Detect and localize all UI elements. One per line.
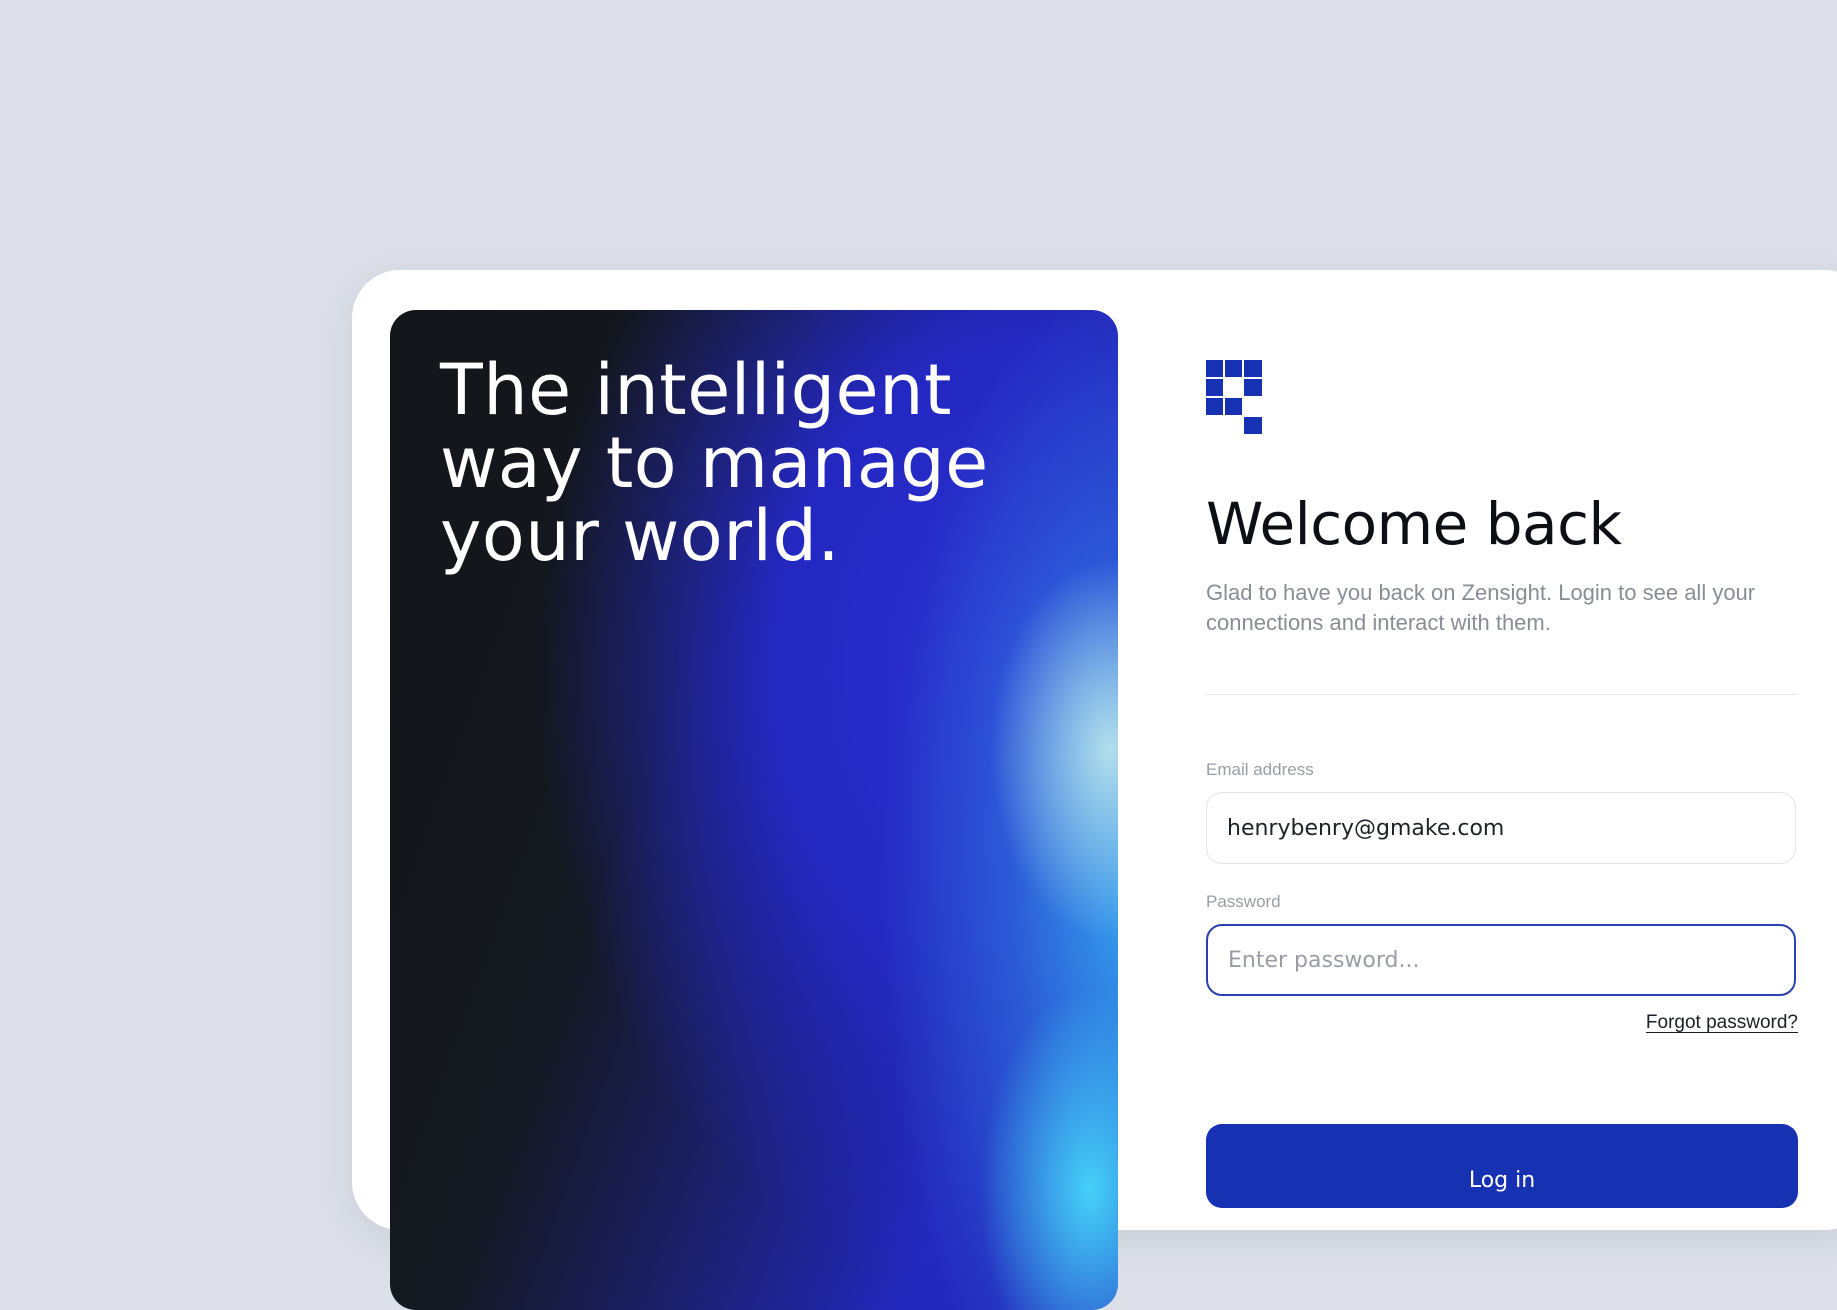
password-field[interactable] bbox=[1206, 924, 1796, 996]
hero-panel: The intelligent way to manage your world. bbox=[390, 310, 1118, 1310]
hero-title-line-1: The intelligent bbox=[440, 349, 952, 431]
welcome-subtitle: Glad to have you back on Zensight. Login… bbox=[1206, 580, 1756, 635]
hero-title-line-2: way to manage bbox=[440, 422, 989, 504]
page-title: Welcome back bbox=[1206, 490, 1622, 558]
login-button[interactable]: Log in bbox=[1206, 1124, 1798, 1208]
hero-title-line-3: your world. bbox=[440, 495, 841, 577]
divider bbox=[1206, 694, 1798, 695]
email-field[interactable] bbox=[1206, 792, 1796, 864]
password-label: Password bbox=[1206, 892, 1281, 911]
login-card: The intelligent way to manage your world. … bbox=[352, 270, 1837, 1310]
hero-title: The intelligent way to manage your world. bbox=[440, 354, 1040, 573]
email-label: Email address bbox=[1206, 760, 1314, 779]
forgot-password-link[interactable]: Forgot password? bbox=[1646, 1012, 1798, 1034]
pixel-grid-logo-icon bbox=[1206, 360, 1262, 434]
